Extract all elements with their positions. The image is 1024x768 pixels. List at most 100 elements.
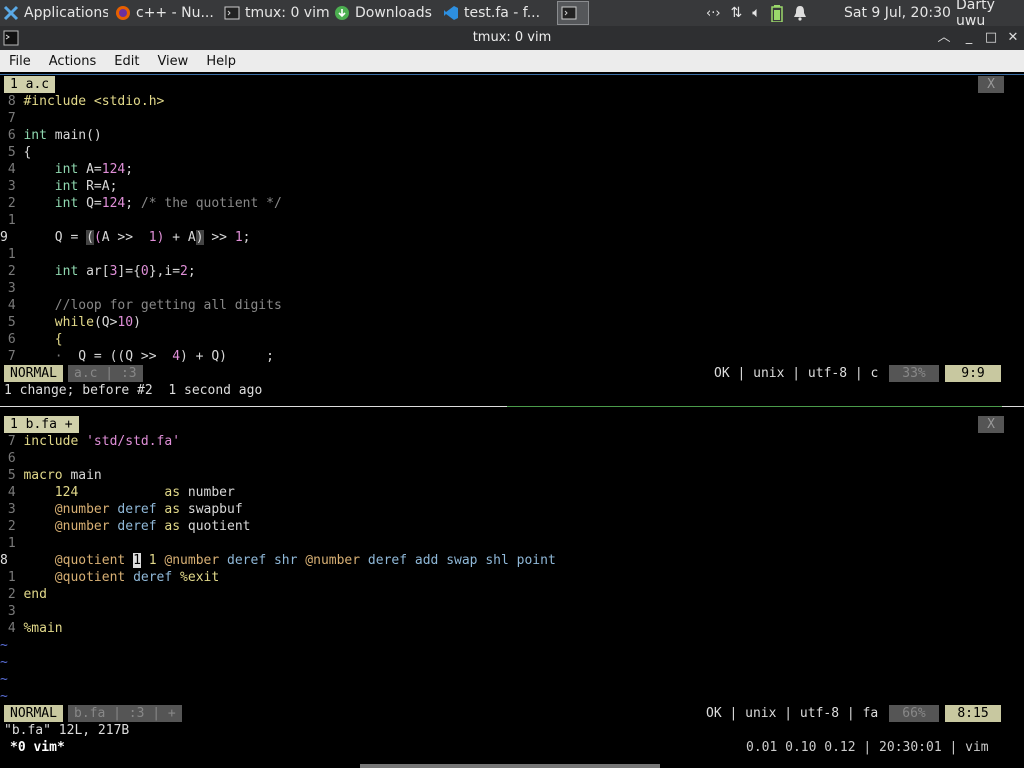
transfer-icon[interactable]: ⇅ [731, 5, 743, 21]
task-label: Downloads [355, 5, 432, 21]
menu-actions[interactable]: Actions [40, 54, 106, 69]
code-line-current: 8 @quotient 1 1 @number deref shr @numbe… [0, 553, 556, 568]
menu-view[interactable]: View [148, 54, 197, 69]
status-position: 9:9 [945, 365, 1001, 382]
empty-line-marker: ~ [0, 689, 8, 704]
status-file: b.fa | :3 | + [68, 705, 182, 722]
code-line: 3 int R=A; [0, 179, 118, 194]
close-tab-button[interactable]: X [978, 416, 1004, 433]
scrollbar[interactable] [360, 764, 660, 768]
code-line: 5 macro main [0, 468, 102, 483]
task-terminal-active[interactable] [557, 1, 589, 25]
line-number: 5 [0, 315, 24, 330]
close-tab-button[interactable]: X [978, 76, 1004, 93]
message-line: 1 change; before #2 1 second ago [4, 383, 263, 398]
code-line-current: 9 Q = ((A >> 1) + A) >> 1; [0, 230, 251, 245]
battery-icon[interactable] [770, 4, 783, 22]
line-number: 3 [0, 179, 24, 194]
terminal-area[interactable]: 1 a.c X 8 #include <stdio.h> 7 6 int mai… [0, 74, 1024, 768]
code-line: 6 int main() [0, 128, 102, 143]
code-text: #include <stdio.h> [23, 94, 165, 109]
system-tray: ‹·› ⇅ 🔈︎ [706, 0, 807, 26]
active-pane-divider [507, 406, 1002, 407]
task-tmux[interactable]: tmux: 0 vim [221, 1, 329, 25]
firefox-icon [116, 6, 130, 20]
close-icon[interactable]: ✕ [1004, 29, 1022, 47]
code-line: 5 while(Q>10) [0, 315, 141, 330]
user-name: Darty uwu [956, 0, 995, 29]
window-titlebar: tmux: 0 vim ︿ _ □ ✕ [0, 26, 1024, 50]
tab-a-c[interactable]: 1 a.c [4, 76, 56, 93]
code-line: 1 [0, 536, 24, 551]
line-number: 7 [0, 349, 24, 364]
clock[interactable]: Sat 9 Jul, 20:30 [844, 0, 951, 26]
status-percent: 33% [889, 365, 939, 382]
user-menu[interactable]: Darty uwu [956, 0, 1024, 29]
line-number: 1 [0, 247, 24, 262]
code-line: 3 @number deref as swapbuf [0, 502, 243, 517]
menu-edit[interactable]: Edit [105, 54, 148, 69]
code-line: 5 { [0, 145, 32, 160]
code-line: 1 [0, 246, 23, 263]
menu-file[interactable]: File [0, 54, 40, 69]
code-line: 3 [0, 604, 24, 619]
code-line: 2 @number deref as quotient [0, 519, 251, 534]
applications-menu[interactable]: Applications ☰ [0, 1, 108, 25]
menu-help[interactable]: Help [197, 54, 245, 69]
code-line: 7 [0, 110, 23, 127]
restore-icon[interactable]: □ [982, 29, 1000, 47]
code-line: 7 include 'std/std.fa' [0, 434, 181, 449]
volume-icon[interactable]: 🔈︎ [752, 5, 760, 21]
menu-bar: File Actions Edit View Help [0, 50, 1024, 72]
terminal-icon [224, 6, 240, 20]
empty-line-marker: ~ [0, 638, 8, 653]
top-panel: Applications ☰ c++ - Nu... tmux: 0 vim D… [0, 0, 1024, 29]
notification-bell-icon[interactable] [793, 5, 807, 21]
status-position: 8:15 [945, 705, 1001, 722]
network-icon[interactable]: ‹·› [706, 6, 721, 21]
mode-indicator: NORMAL [4, 365, 63, 382]
status-right: OK | unix | utf-8 | c [714, 366, 879, 381]
window-title: tmux: 0 vim [472, 30, 552, 45]
line-number: 3 [0, 281, 24, 296]
tmux-window-list[interactable]: *0 vim* [10, 739, 65, 756]
line-number: 7 [0, 111, 24, 126]
xfce-icon [3, 5, 19, 21]
code-line: 4 int A=124; [0, 162, 134, 177]
line-number: 1 [0, 213, 24, 228]
line-number: 8 [0, 94, 24, 109]
top-border [0, 74, 1024, 75]
code-line: 6 { [0, 332, 63, 347]
message-line: "b.fa" 12L, 217B [4, 723, 130, 738]
task-vscode[interactable]: test.fa - f... [440, 1, 550, 25]
tab-b-fa[interactable]: 1 b.fa + [4, 416, 79, 433]
task-firefox[interactable]: c++ - Nu... [112, 1, 218, 25]
line-number: 9 [0, 230, 24, 245]
line-number: 6 [0, 128, 24, 143]
code-line: 3 [0, 280, 23, 297]
minimize-icon[interactable]: _ [960, 29, 978, 47]
code-line: 4 124 as number [0, 485, 235, 500]
line-number: 2 [0, 196, 24, 211]
status-percent: 66% [889, 705, 939, 722]
vscode-icon [444, 6, 458, 20]
task-label: c++ - Nu... [136, 5, 214, 21]
empty-line-marker: ~ [0, 672, 8, 687]
maximize-chevron-up-icon[interactable]: ︿ [935, 29, 953, 47]
terminal-icon [561, 6, 577, 20]
applications-label: Applications ☰ [24, 5, 108, 21]
code-line: 8 #include <stdio.h> [0, 93, 165, 110]
clock-text: Sat 9 Jul, 20:30 [844, 5, 951, 21]
line-number: 4 [0, 298, 24, 313]
download-icon [335, 6, 349, 20]
line-number: 6 [0, 332, 24, 347]
task-downloads[interactable]: Downloads [331, 1, 437, 25]
code-line: 6 [0, 451, 24, 466]
tmux-status-right: 0.01 0.10 0.12 | 20:30:01 | vim [746, 740, 989, 755]
code-line: 2 end [0, 587, 47, 602]
status-file: a.c | :3 [68, 365, 143, 382]
cursor: 1 [133, 553, 141, 568]
mode-indicator: NORMAL [4, 705, 63, 722]
code-line: 2 int Q=124; /* the quotient */ [0, 196, 282, 211]
empty-line-marker: ~ [0, 655, 8, 670]
